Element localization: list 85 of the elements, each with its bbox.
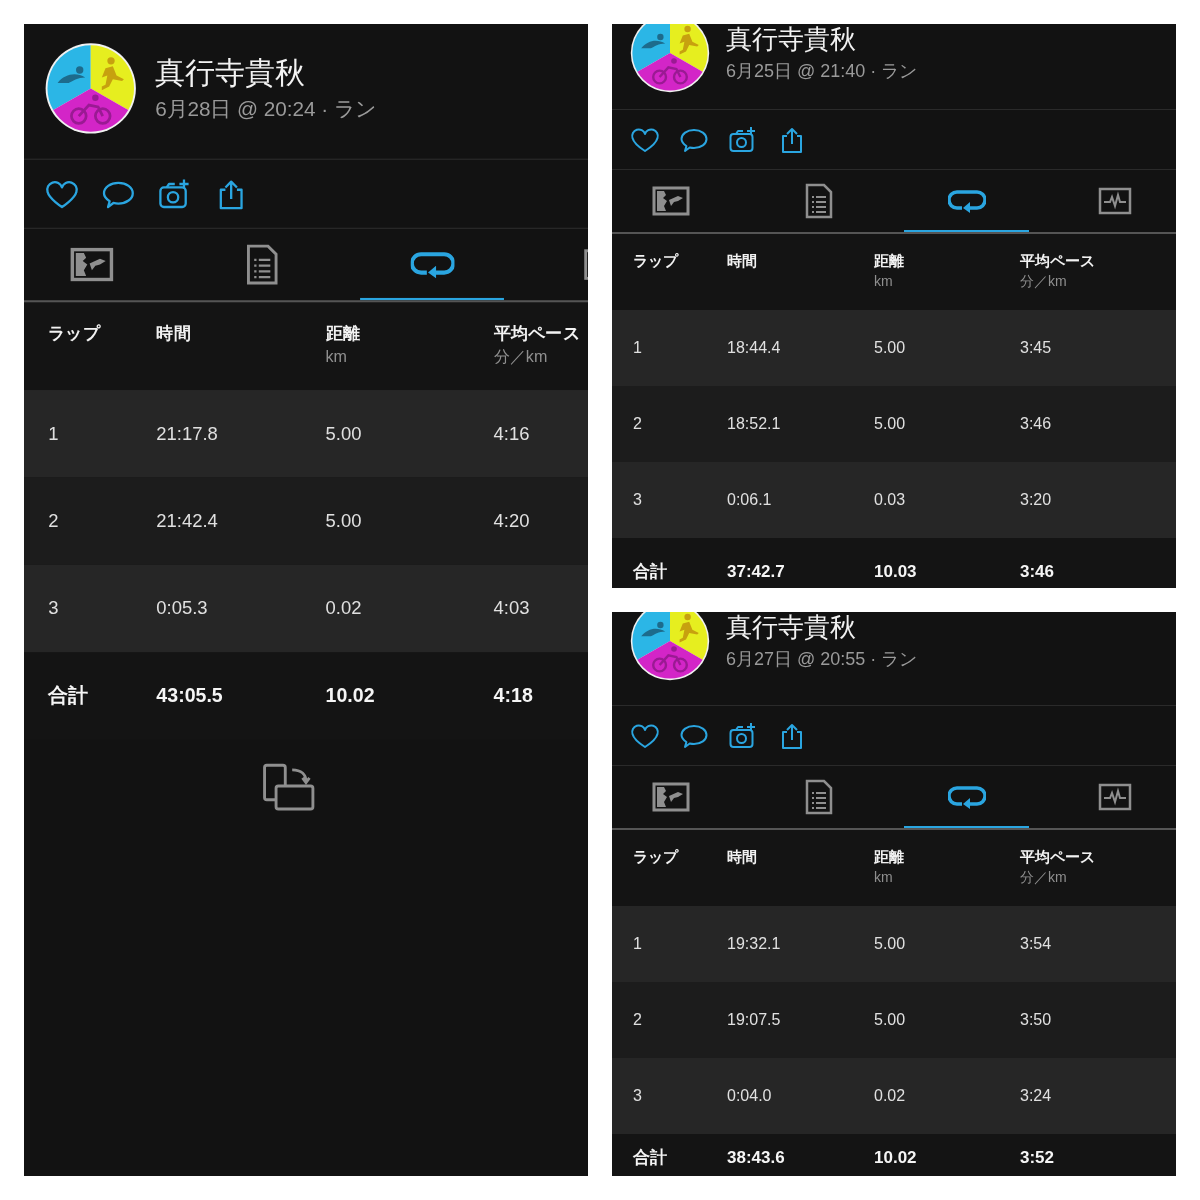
column-unit: km [874, 272, 894, 290]
athlete-name: 真行寺貴秋 [726, 24, 857, 54]
activity-date: 6月28日 @ 20:24 · ラン [155, 96, 376, 122]
table-cell-text: 4:03 [493, 597, 530, 620]
table-cell-text: 3 [633, 1086, 642, 1106]
table-cell-text: 5.00 [874, 1010, 906, 1030]
column-header: 時間 [156, 323, 192, 344]
map-icon [652, 186, 690, 216]
column-header: 平均ペース [493, 323, 581, 344]
map-icon [70, 247, 114, 282]
table-cell-text: 1 [633, 338, 642, 358]
table-cell-text: 3 [48, 597, 59, 620]
table-cell-text: 5.00 [325, 422, 362, 445]
total-cell: 3:46 [1020, 562, 1055, 582]
table-cell-text: 1 [48, 422, 59, 445]
table-cell-text: 0.02 [325, 597, 362, 620]
table-cell-text: 3:54 [1020, 934, 1052, 954]
chart-icon [1098, 783, 1132, 811]
loop-arrow-icon [948, 784, 986, 810]
map-icon [652, 782, 690, 812]
table-cell-text: 4:20 [493, 509, 530, 533]
total-cell: 合計 [48, 684, 88, 708]
athlete-name: 真行寺貴秋 [155, 55, 306, 90]
column-header: 距離 [874, 848, 905, 866]
table-cell-text: 21:17.8 [156, 422, 218, 445]
table-cell-text: 2 [633, 414, 642, 434]
column-unit: 分／km [1020, 868, 1068, 886]
table-cell-text: 18:44.4 [727, 338, 781, 358]
column-header: 距離 [874, 252, 905, 270]
table-cell-text: 5.00 [874, 414, 906, 434]
table-cell-text: 21:42.4 [156, 509, 218, 533]
table-cell-text: 3:20 [1020, 490, 1052, 510]
table-cell-text: 18:52.1 [727, 414, 781, 434]
total-cell: 38:43.6 [727, 1148, 785, 1168]
table-cell-text: 0:05.3 [156, 597, 208, 620]
table-cell-text: 5.00 [874, 338, 906, 358]
document-icon [805, 779, 833, 815]
document-icon [246, 243, 279, 286]
athlete-name: 真行寺貴秋 [726, 612, 857, 642]
chart-icon [1098, 187, 1132, 215]
table-cell-text: 3:50 [1020, 1010, 1052, 1030]
table-cell-text: 3 [633, 490, 642, 510]
table-cell-text: 2 [633, 1010, 642, 1030]
table-cell-text: 5.00 [874, 934, 906, 954]
table-cell-text: 2 [48, 509, 59, 533]
column-header: 時間 [727, 848, 758, 866]
total-cell: 3:52 [1020, 1148, 1055, 1168]
column-unit: 分／km [493, 346, 549, 367]
column-header: ラップ [633, 848, 680, 866]
loop-arrow-icon [410, 249, 455, 280]
column-header: 平均ペース [1020, 252, 1096, 270]
activity-date: 6月27日 @ 20:55 · ラン [726, 648, 918, 670]
column-unit: km [325, 346, 349, 367]
table-cell-text: 3:46 [1020, 414, 1052, 434]
camera-plus-button[interactable] [728, 720, 758, 751]
total-cell: 合計 [633, 1148, 667, 1168]
total-cell: 10.02 [325, 684, 375, 708]
column-header: 平均ペース [1020, 848, 1096, 866]
table-cell-text: 5.00 [325, 509, 362, 533]
table-cell-text: 1 [633, 934, 642, 954]
total-cell: 10.03 [874, 562, 917, 582]
total-cell: 43:05.5 [156, 684, 223, 708]
table-cell-text: 0:06.1 [727, 490, 772, 510]
table-cell-text: 3:45 [1020, 338, 1052, 358]
table-cell-text: 0.02 [874, 1086, 906, 1106]
column-header: ラップ [48, 323, 102, 344]
table-cell-text: 4:16 [493, 422, 530, 445]
loop-arrow-icon [948, 188, 986, 214]
camera-plus-button[interactable] [728, 124, 758, 155]
column-header: ラップ [633, 252, 680, 270]
column-header: 時間 [727, 252, 758, 270]
column-header: 距離 [325, 323, 362, 344]
table-cell-text: 19:32.1 [727, 934, 781, 954]
table-cell-text: 3:24 [1020, 1086, 1052, 1106]
table-cell-text: 0:04.0 [727, 1086, 772, 1106]
total-cell: 合計 [633, 562, 667, 582]
total-cell: 10.02 [874, 1148, 917, 1168]
document-icon [805, 183, 833, 219]
column-unit: km [874, 868, 894, 886]
total-cell: 37:42.7 [727, 562, 785, 582]
total-cell: 4:18 [493, 684, 533, 708]
activity-date: 6月25日 @ 21:40 · ラン [726, 60, 918, 82]
table-cell-text: 19:07.5 [727, 1010, 781, 1030]
table-cell-text: 0.03 [874, 490, 906, 510]
column-unit: 分／km [1020, 272, 1068, 290]
